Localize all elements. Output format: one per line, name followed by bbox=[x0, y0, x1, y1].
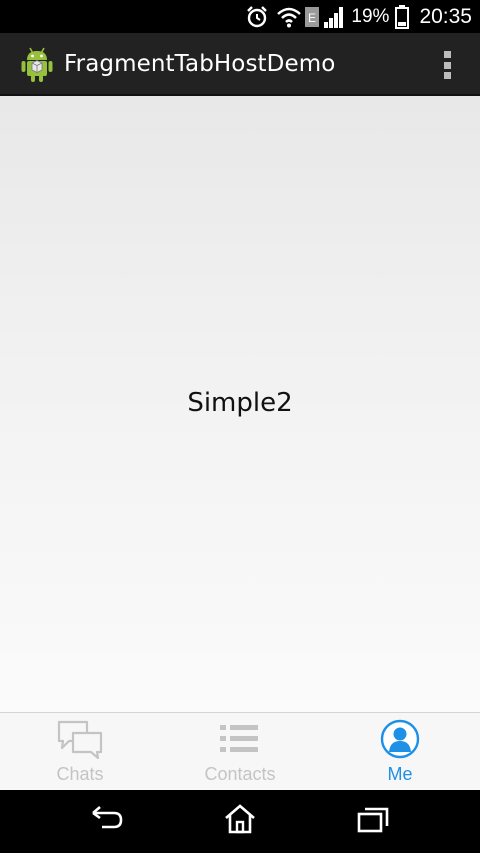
svg-text:E: E bbox=[308, 11, 316, 25]
overflow-menu-icon[interactable] bbox=[442, 51, 452, 79]
tab-bar: Chats Contacts Me bbox=[0, 712, 480, 790]
recents-icon[interactable] bbox=[357, 806, 389, 838]
list-icon bbox=[220, 723, 260, 759]
battery-icon bbox=[395, 4, 410, 29]
signal-icon bbox=[323, 6, 345, 28]
tab-chats-label: Chats bbox=[56, 764, 104, 784]
person-icon bbox=[380, 719, 420, 763]
back-icon[interactable] bbox=[90, 804, 124, 838]
wifi-icon bbox=[277, 6, 302, 28]
battery-percent: 19% bbox=[351, 5, 390, 27]
alarm-icon bbox=[245, 5, 269, 29]
tab-chats[interactable]: Chats bbox=[0, 713, 160, 790]
tab-contacts-label: Contacts bbox=[204, 764, 276, 784]
edge-network-icon: E bbox=[305, 6, 320, 27]
android-icon[interactable] bbox=[20, 45, 54, 83]
clock: 20:35 bbox=[419, 4, 472, 28]
action-bar: FragmentTabHostDemo bbox=[0, 33, 480, 96]
chat-bubbles-icon bbox=[56, 719, 104, 763]
fragment-text: Simple2 bbox=[187, 388, 293, 418]
home-icon[interactable] bbox=[223, 803, 257, 839]
navigation-bar bbox=[0, 790, 480, 853]
tab-me[interactable]: Me bbox=[320, 713, 480, 790]
app-title: FragmentTabHostDemo bbox=[64, 50, 336, 77]
fragment-content: Simple2 bbox=[0, 96, 480, 713]
tab-contacts[interactable]: Contacts bbox=[160, 713, 320, 790]
tab-me-label: Me bbox=[387, 764, 413, 784]
status-bar: E 19% 20:35 bbox=[0, 0, 480, 33]
